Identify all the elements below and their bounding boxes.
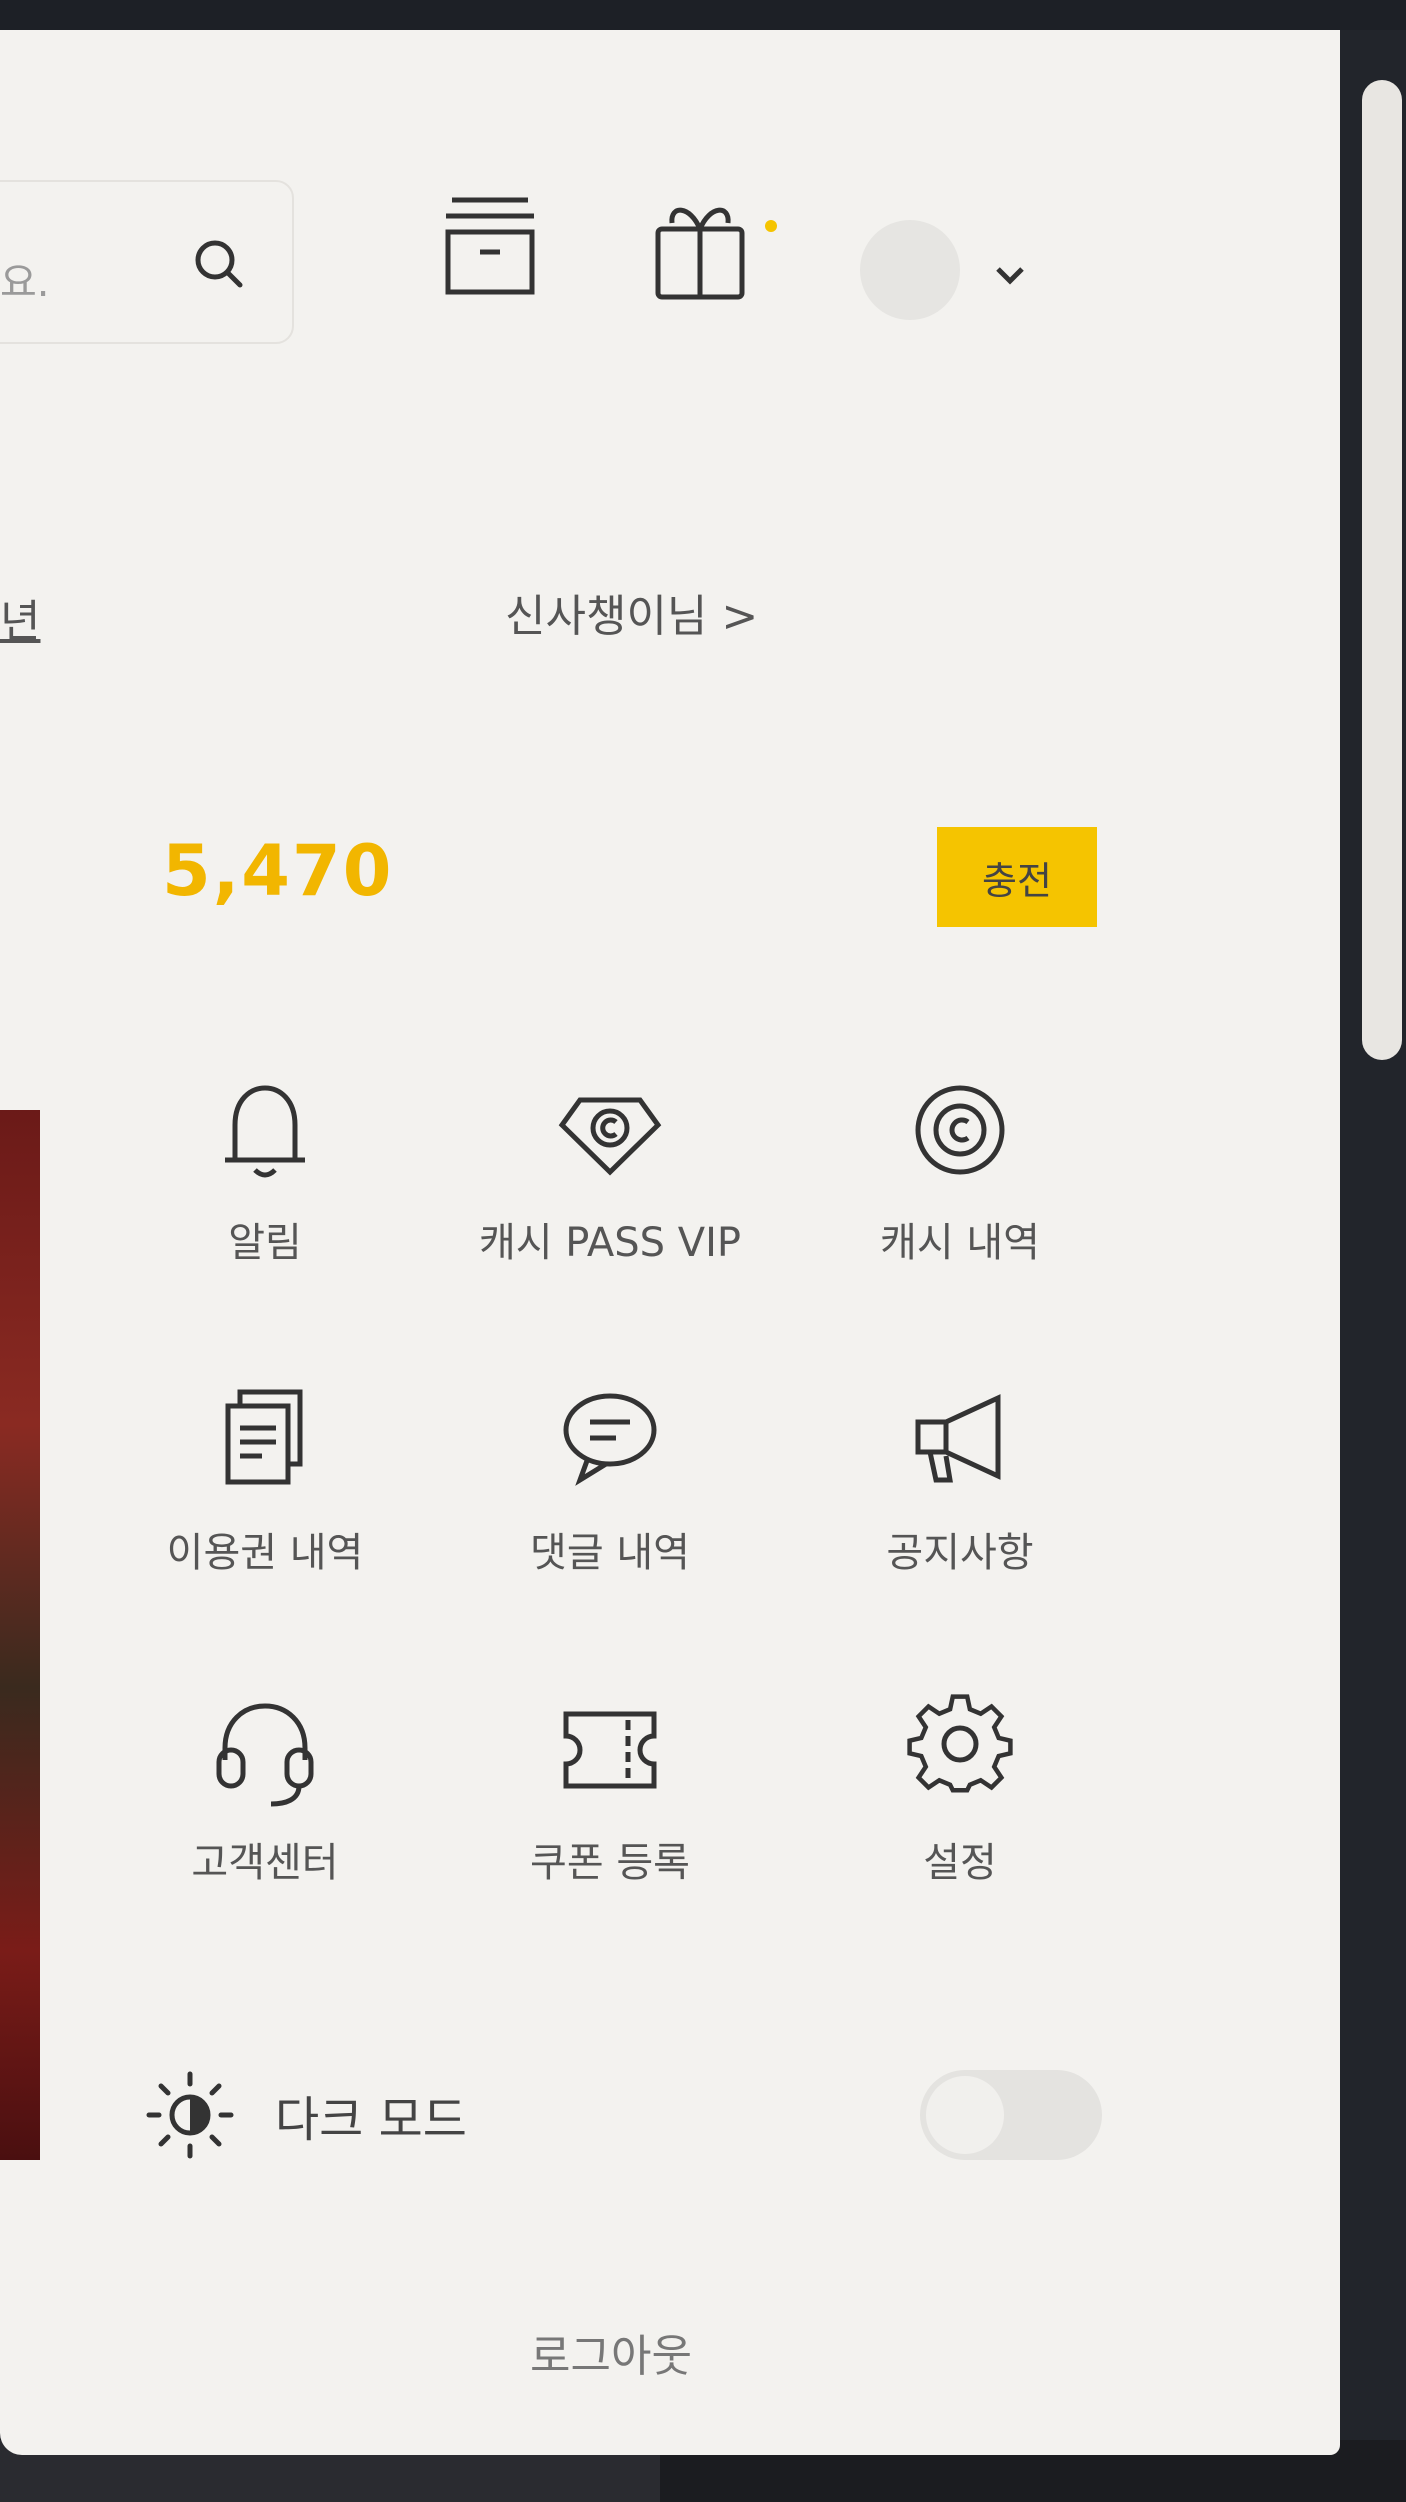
coin-icon bbox=[915, 1085, 1005, 1175]
menu-label: 알림 bbox=[228, 1220, 302, 1266]
logout-link[interactable]: 로그아웃 bbox=[530, 2320, 692, 2384]
menu-label: 이용권 내역 bbox=[166, 1530, 364, 1576]
documents-icon bbox=[225, 1389, 303, 1485]
menu-label: 캐시 PASS VIP bbox=[478, 1220, 742, 1266]
avatar[interactable] bbox=[860, 220, 960, 320]
headset-icon bbox=[216, 1703, 314, 1807]
dark-mode-row: 다크 모드 bbox=[145, 2070, 595, 2160]
nickname-link[interactable]: 신사챙이님 > bbox=[505, 580, 758, 644]
scrollbar-thumb[interactable] bbox=[1362, 80, 1402, 1060]
menu-item-coupon-register[interactable]: 쿠폰 등록 bbox=[450, 1690, 770, 1910]
search-placeholder: 요. bbox=[0, 260, 50, 306]
menu-item-cash-pass-vip[interactable]: 캐시 PASS VIP bbox=[450, 1070, 770, 1290]
dark-mode-toggle[interactable] bbox=[920, 2070, 1102, 2160]
notification-dot bbox=[765, 220, 777, 232]
menu-item-settings[interactable]: 설정 bbox=[800, 1690, 1120, 1910]
dark-mode-label: 다크 모드 bbox=[275, 2092, 467, 2148]
search-icon[interactable] bbox=[185, 230, 255, 300]
charge-button[interactable]: 충전 bbox=[937, 827, 1097, 927]
profile-left-link[interactable]: 년 bbox=[0, 585, 40, 649]
toggle-knob bbox=[926, 2076, 1004, 2154]
ticket-icon bbox=[563, 1711, 657, 1789]
cash-amount: 5,470 bbox=[162, 830, 394, 912]
menu-item-notifications[interactable]: 알림 bbox=[105, 1070, 425, 1290]
diamond-coin-icon bbox=[558, 1097, 662, 1176]
chevron-down-icon[interactable] bbox=[990, 255, 1030, 295]
menu-item-customer-center[interactable]: 고객센터 bbox=[105, 1690, 425, 1910]
menu-label: 설정 bbox=[923, 1840, 997, 1886]
background-content-strip bbox=[0, 1110, 40, 2160]
menu-label: 댓글 내역 bbox=[530, 1530, 690, 1576]
account-dropdown-panel: 요. 년 신사챙이님 > 5,470 충전 알림 캐시 PASS VIP 캐시 … bbox=[0, 30, 1340, 2455]
menu-label: 캐시 내역 bbox=[880, 1220, 1040, 1266]
gift-box-icon[interactable] bbox=[650, 195, 750, 305]
megaphone-icon bbox=[915, 1394, 1001, 1483]
menu-label: 쿠폰 등록 bbox=[530, 1840, 690, 1886]
speech-bubble-icon bbox=[563, 1393, 657, 1486]
menu-label: 고객센터 bbox=[191, 1840, 339, 1886]
sun-moon-icon bbox=[146, 2071, 234, 2159]
menu-item-voucher-history[interactable]: 이용권 내역 bbox=[105, 1380, 425, 1600]
bell-icon bbox=[225, 1085, 305, 1178]
menu-item-cash-history[interactable]: 캐시 내역 bbox=[800, 1070, 1120, 1290]
menu-label: 공지사항 bbox=[886, 1530, 1034, 1576]
window-top-bar bbox=[0, 0, 1406, 30]
menu-item-comment-history[interactable]: 댓글 내역 bbox=[450, 1380, 770, 1600]
archive-box-icon[interactable] bbox=[440, 190, 540, 300]
menu-item-notice[interactable]: 공지사항 bbox=[800, 1380, 1120, 1600]
gear-icon bbox=[907, 1694, 1013, 1793]
